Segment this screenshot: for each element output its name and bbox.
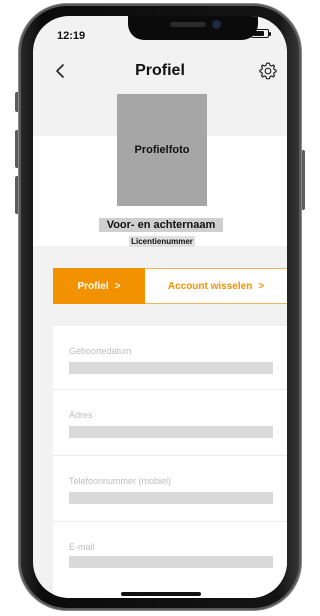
profile-photo-label: Profielfoto [134, 144, 190, 156]
tab-profiel-label: Profiel [77, 280, 109, 292]
home-indicator[interactable] [121, 592, 201, 596]
gear-icon [259, 62, 277, 80]
tab-profiel[interactable]: Profiel > [53, 268, 145, 304]
field-telefoonnummer[interactable]: Telefoonnummer (mobiel) [53, 456, 287, 522]
page-title: Profiel [135, 62, 185, 79]
tab-bar: Profiel > Account wisselen > [53, 268, 287, 304]
profile-photo[interactable]: Profielfoto [117, 94, 207, 206]
chevron-right-icon: > [114, 280, 121, 292]
settings-button[interactable] [255, 58, 281, 84]
status-time: 12:19 [57, 30, 86, 42]
app-header: Profiel [33, 54, 287, 90]
field-geboortedatum[interactable]: Geboortedatum [53, 326, 287, 390]
profile-name: Voor- en achternaam [99, 218, 223, 232]
field-value-placeholder [69, 362, 273, 374]
chevron-right-icon: > [258, 280, 265, 292]
field-label: Geboortedatum [69, 346, 132, 356]
field-email[interactable]: E-mail [53, 522, 287, 582]
field-value-placeholder [69, 426, 273, 438]
field-label: Telefoonnummer (mobiel) [69, 476, 172, 486]
field-label: E-mail [69, 542, 95, 552]
field-adres[interactable]: Adres [53, 390, 287, 456]
tab-account-wisselen[interactable]: Account wisselen > [145, 268, 287, 304]
app-screen: 12:19 Profiel Profielfoto Voor- en achte… [33, 16, 287, 598]
profile-form: Geboortedatum Adres Telefoonnummer (mobi… [53, 326, 287, 598]
field-value-placeholder [69, 492, 273, 504]
tab-account-wisselen-label: Account wisselen [167, 280, 253, 292]
front-camera [212, 20, 221, 29]
speaker [170, 22, 206, 27]
field-value-placeholder [69, 556, 273, 568]
device-mockup: 12:19 Profiel Profielfoto Voor- en achte… [0, 0, 320, 616]
notch [128, 16, 258, 40]
field-label: Adres [69, 410, 93, 420]
license-number: Licentienummer [129, 236, 195, 247]
power-button [301, 150, 305, 210]
